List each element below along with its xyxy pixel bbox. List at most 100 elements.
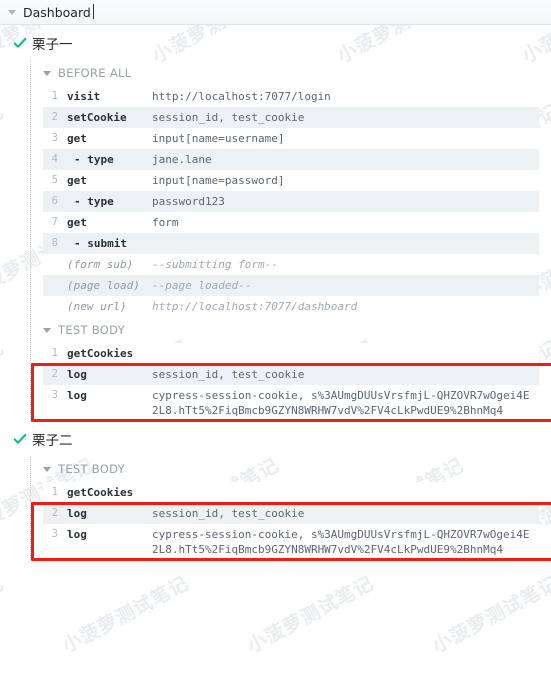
- command-message: cypress-session-cookie, s%3AUmgDUUsVrsfm…: [152, 389, 530, 417]
- command-message: jane.lane: [152, 153, 212, 166]
- caret-down-icon[interactable]: [43, 466, 51, 472]
- command-name: log: [67, 528, 87, 541]
- command-row[interactable]: 2 log session_id, test_cookie: [43, 503, 539, 524]
- command-message: [152, 233, 539, 254]
- check-icon: [13, 433, 27, 444]
- command-row[interactable]: 5 get input[name=password]: [43, 170, 539, 191]
- command-number: [43, 254, 67, 275]
- command-name: getCookies: [67, 486, 134, 499]
- command-number: 8: [51, 237, 58, 249]
- command-name: - type: [74, 195, 114, 208]
- section-header[interactable]: BEFORE ALL: [31, 60, 551, 86]
- command-name: (form sub): [67, 258, 134, 271]
- section-label: TEST BODY: [58, 323, 125, 337]
- page-title: Dashboard: [23, 3, 94, 20]
- command-row[interactable]: 1 getCookies: [43, 482, 539, 503]
- command-name: - type: [74, 153, 114, 166]
- command-number: 2: [51, 368, 58, 380]
- suite-title: 栗子二: [32, 433, 73, 449]
- command-message: session_id, test_cookie: [152, 368, 305, 381]
- command-row[interactable]: (new url) http://localhost:7077/dashboard: [43, 296, 539, 317]
- suite-header[interactable]: 栗子二: [0, 421, 551, 456]
- command-name: getCookies: [67, 347, 134, 360]
- command-message: input[name=username]: [152, 132, 285, 145]
- command-row[interactable]: 1 getCookies: [43, 343, 539, 364]
- check-icon: [13, 37, 27, 48]
- command-name: visit: [67, 90, 101, 103]
- command-message: form: [152, 216, 179, 229]
- caret-down-icon[interactable]: [8, 9, 16, 15]
- caret-down-icon[interactable]: [43, 70, 51, 76]
- command-message: [152, 343, 539, 364]
- command-table: 1 getCookies 2 log session_id, test_cookie 3 l…: [43, 343, 539, 421]
- command-number: 3: [51, 132, 58, 144]
- command-number: 2: [51, 111, 58, 123]
- command-row[interactable]: 2 log session_id, test_cookie: [43, 364, 539, 385]
- command-message: --submitting form--: [152, 258, 278, 271]
- section-header[interactable]: TEST BODY: [31, 456, 551, 482]
- command-number: 4: [51, 153, 58, 165]
- command-row[interactable]: 2 setCookie session_id, test_cookie: [43, 107, 539, 128]
- command-message: http://localhost:7077/dashboard: [152, 300, 358, 313]
- command-row[interactable]: 3 get input[name=username]: [43, 128, 539, 149]
- command-row[interactable]: 7 get form: [43, 212, 539, 233]
- command-name: - submit: [74, 237, 127, 250]
- command-row[interactable]: 1 visit http://localhost:7077/login: [43, 86, 539, 107]
- command-name: get: [67, 174, 87, 187]
- watermark-text: 小菠萝测试笔记: [243, 572, 378, 658]
- section-label: BEFORE ALL: [58, 66, 132, 80]
- test-results-list: 栗子一 BEFORE ALL 1 visit http://localhost:7077…: [0, 25, 551, 561]
- watermark-text: 小菠萝测试笔记: [0, 572, 8, 658]
- command-row[interactable]: (form sub) --submitting form--: [43, 254, 539, 275]
- command-number: 1: [51, 486, 58, 498]
- command-row[interactable]: 4 - type jane.lane: [43, 149, 539, 170]
- command-number: 1: [51, 347, 58, 359]
- command-number: 3: [51, 389, 58, 401]
- section-header[interactable]: TEST BODY: [31, 317, 551, 343]
- command-row[interactable]: 3 log cypress-session-cookie, s%3AUmgDUUsV…: [43, 524, 539, 560]
- command-message: session_id, test_cookie: [152, 111, 305, 124]
- command-table: 1 visit http://localhost:7077/login 2 setCoo…: [43, 86, 539, 317]
- command-name: setCookie: [67, 111, 127, 124]
- command-number: [43, 296, 67, 317]
- command-table-wrap: 1 visit http://localhost:7077/login 2 setCoo…: [31, 86, 551, 317]
- suite-header[interactable]: 栗子一: [0, 25, 551, 60]
- command-message: session_id, test_cookie: [152, 507, 305, 520]
- command-number: 2: [51, 507, 58, 519]
- command-number: [43, 275, 67, 296]
- command-name: log: [67, 507, 87, 520]
- command-number: 3: [51, 528, 58, 540]
- command-name: get: [67, 132, 87, 145]
- command-message: http://localhost:7077/login: [152, 90, 331, 103]
- command-message: input[name=password]: [152, 174, 285, 187]
- command-table: 1 getCookies 2 log session_id, test_cookie 3 l…: [43, 482, 539, 560]
- command-message: cypress-session-cookie, s%3AUmgDUUsVrsfm…: [152, 528, 530, 556]
- caret-down-icon[interactable]: [43, 327, 51, 333]
- command-number: 5: [51, 174, 58, 186]
- panel-header[interactable]: Dashboard: [0, 0, 551, 25]
- watermark-text: 小菠萝测试笔记: [58, 572, 193, 658]
- command-row[interactable]: (page load) --page loaded--: [43, 275, 539, 296]
- command-message: --page loaded--: [152, 279, 252, 292]
- command-row[interactable]: 8 - submit: [43, 233, 539, 254]
- command-table-wrap: 1 getCookies 2 log session_id, test_cookie 3 l…: [31, 482, 551, 561]
- command-row[interactable]: 3 log cypress-session-cookie, s%3AUmgDUUsV…: [43, 385, 539, 421]
- command-name: (new url): [67, 300, 127, 313]
- suite-title: 栗子一: [32, 37, 73, 53]
- command-number: 6: [51, 195, 58, 207]
- cypress-test-runner-panel: Dashboard 栗子一 BEFORE ALL 1 visit http://loca…: [0, 0, 551, 678]
- section-label: TEST BODY: [58, 462, 125, 476]
- command-message: password123: [152, 195, 225, 208]
- command-number: 7: [51, 216, 58, 228]
- suite-body: TEST BODY 1 getCookies 2 log session_id, test…: [30, 456, 551, 561]
- command-table-wrap: 1 getCookies 2 log session_id, test_cookie 3 l…: [31, 343, 551, 422]
- command-name: (page load): [67, 279, 140, 292]
- command-name: get: [67, 216, 87, 229]
- command-name: log: [67, 368, 87, 381]
- command-message: [152, 482, 539, 503]
- command-name: log: [67, 389, 87, 402]
- command-number: 1: [51, 90, 58, 102]
- suite-body: BEFORE ALL 1 visit http://localhost:7077/lo…: [30, 60, 551, 422]
- command-row[interactable]: 6 - type password123: [43, 191, 539, 212]
- watermark-text: 小菠萝测试笔记: [428, 572, 551, 658]
